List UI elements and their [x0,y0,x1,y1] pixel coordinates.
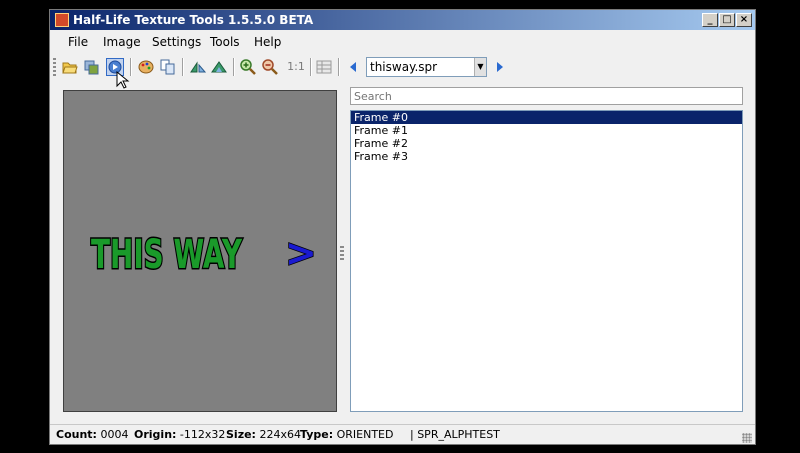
app-icon[interactable] [55,13,69,27]
zoom-in-icon [240,59,256,75]
list-item[interactable]: Frame #0 [351,111,742,124]
minimize-button[interactable]: _ [702,13,718,27]
zoom-out-icon [262,59,278,75]
status-bar: Count: 0004 Origin: -112x32 Size: 224x64… [50,424,755,446]
toolbar-separator [338,58,340,76]
flip-vertical-button[interactable] [210,58,228,76]
sprite-arrow: > [285,231,317,275]
app-window: Half-Life Texture Tools 1.5.5.0 BETA _ □… [49,9,756,445]
toolbar-separator [233,58,235,76]
save-button[interactable] [83,58,101,76]
toolbar-separator [310,58,312,76]
menu-file[interactable]: File [68,35,88,49]
toolbar-separator [182,58,184,76]
count-label: Count: [56,428,97,441]
count-value: 0004 [100,428,129,441]
search-input[interactable] [350,87,743,105]
menu-tools[interactable]: Tools [210,35,240,49]
type-label: Type: [300,428,334,441]
window-title: Half-Life Texture Tools 1.5.5.0 BETA [73,13,314,27]
zoom-reset-button[interactable]: 1:1 [285,58,307,76]
open-folder-icon [62,62,78,74]
zoom-out-button[interactable] [261,58,279,76]
title-bar[interactable]: Half-Life Texture Tools 1.5.5.0 BETA _ □… [50,10,755,30]
type-value: ORIENTED [336,428,394,441]
copy-icon [160,59,175,75]
toolbar: 1:1 thisway.spr ▼ [50,55,755,89]
list-item[interactable]: Frame #1 [351,124,742,137]
next-file-button[interactable] [491,58,509,76]
frame-list[interactable]: Frame #0 Frame #1 Frame #2 Frame #3 [350,110,743,412]
previous-file-button[interactable] [345,58,363,76]
grid-view-button[interactable] [315,58,333,76]
palette-icon [138,60,154,74]
maximize-button[interactable]: □ [719,13,735,27]
close-button[interactable]: × [736,13,752,27]
arrow-left-icon [350,62,356,72]
resize-grip[interactable] [742,433,752,443]
flip-horizontal-button[interactable] [189,58,207,76]
size-label: Size: [226,428,256,441]
menu-image[interactable]: Image [103,35,141,49]
menu-settings[interactable]: Settings [152,35,201,49]
size-value: 224x64 [259,428,301,441]
zoom-in-button[interactable] [239,58,257,76]
format-value: | SPR_ALPHTEST [410,428,500,441]
image-preview[interactable]: THIS WAY > [63,90,337,412]
sprite-image: THIS WAY > [90,230,318,279]
open-folder-button[interactable] [61,58,79,76]
save-images-icon [84,60,99,75]
sprite-text: THIS WAY [91,232,243,278]
origin-value: -112x32 [179,428,226,441]
list-item[interactable]: Frame #3 [351,150,742,163]
origin-label: Origin: [134,428,177,441]
arrow-right-icon [497,62,503,72]
chevron-down-icon[interactable]: ▼ [474,58,486,76]
menu-help[interactable]: Help [254,35,281,49]
copy-button[interactable] [159,58,177,76]
toolbar-grip[interactable] [53,58,56,76]
flip-vertical-icon [211,61,227,73]
mouse-cursor-icon [116,71,130,89]
palette-button[interactable] [137,58,155,76]
list-item[interactable]: Frame #2 [351,137,742,150]
menu-bar: File Image Settings Tools Help [50,31,755,53]
toolbar-separator [130,58,132,76]
file-select-value: thisway.spr [370,60,438,74]
grid-icon [316,60,332,74]
file-select[interactable]: thisway.spr ▼ [366,57,487,77]
flip-horizontal-icon [190,61,207,73]
splitter-handle[interactable] [340,246,344,262]
